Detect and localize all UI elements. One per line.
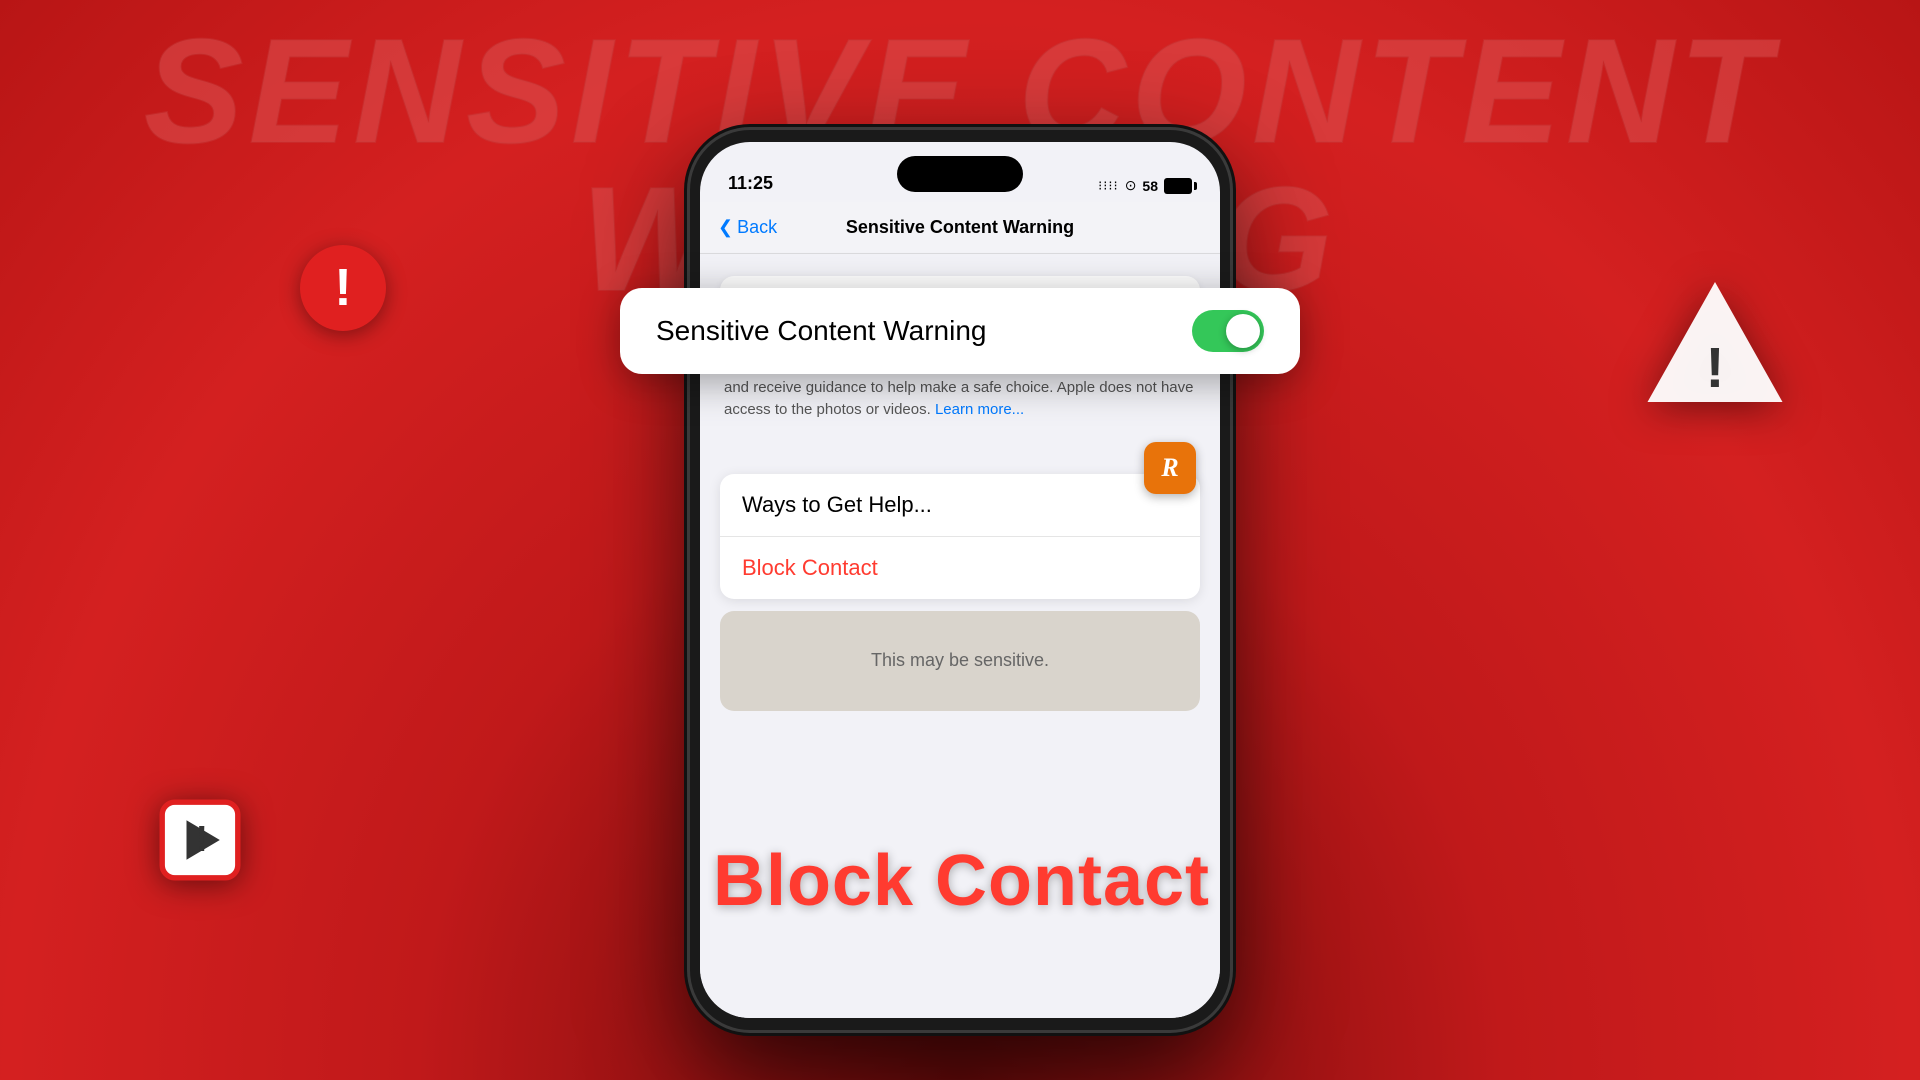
sensitive-content-area: This may be sensitive.: [720, 611, 1200, 711]
message-popup: R Ways to Get Help... Block Contact: [720, 442, 1200, 599]
learn-more-link[interactable]: Learn more...: [935, 401, 1024, 418]
floating-toggle-switch[interactable]: [1192, 310, 1264, 352]
battery-label: 58: [1142, 178, 1158, 194]
exclamation-icon: !: [334, 258, 351, 318]
app-icon-letter: R: [1161, 453, 1178, 483]
dynamic-island: [897, 156, 1023, 192]
chevron-left-icon: ❮: [718, 217, 733, 238]
play-icon-bottom-left: !: [155, 795, 245, 890]
floating-toggle-knob: [1226, 314, 1260, 348]
nav-title: Sensitive Content Warning: [846, 217, 1074, 238]
back-label: Back: [737, 217, 777, 238]
menu-item-block-contact[interactable]: Block Contact: [720, 537, 1200, 599]
svg-text:!: !: [1706, 336, 1725, 400]
status-icons: ⁝⁝⁝⁝ ⊙ 58: [1098, 177, 1192, 194]
signal-icon: ⁝⁝⁝⁝: [1098, 178, 1119, 194]
battery-fill: [1166, 180, 1183, 192]
floating-pill: Sensitive Content Warning: [620, 288, 1300, 374]
ways-to-help-label: Ways to Get Help...: [742, 492, 932, 517]
floating-pill-label: Sensitive Content Warning: [656, 315, 986, 347]
app-icon: R: [1144, 442, 1196, 494]
block-contact-label: Block Contact: [742, 555, 878, 580]
block-contact-overlay: Block Contact: [694, 840, 1229, 922]
back-button[interactable]: ❮ Back: [718, 217, 777, 238]
battery-icon: [1164, 178, 1192, 194]
nav-bar: ❮ Back Sensitive Content Warning: [700, 202, 1220, 254]
svg-text:!: !: [196, 818, 208, 859]
block-contact-overlay-text: Block Contact: [713, 841, 1210, 921]
exclamation-circle-left: !: [300, 245, 386, 331]
warning-triangle-right: !: [1640, 270, 1790, 425]
app-icon-wrapper: R: [720, 442, 1200, 494]
link-icon: ⊙: [1125, 177, 1137, 194]
status-time: 11:25: [728, 173, 773, 194]
sensitive-area-text: This may be sensitive.: [871, 650, 1049, 671]
